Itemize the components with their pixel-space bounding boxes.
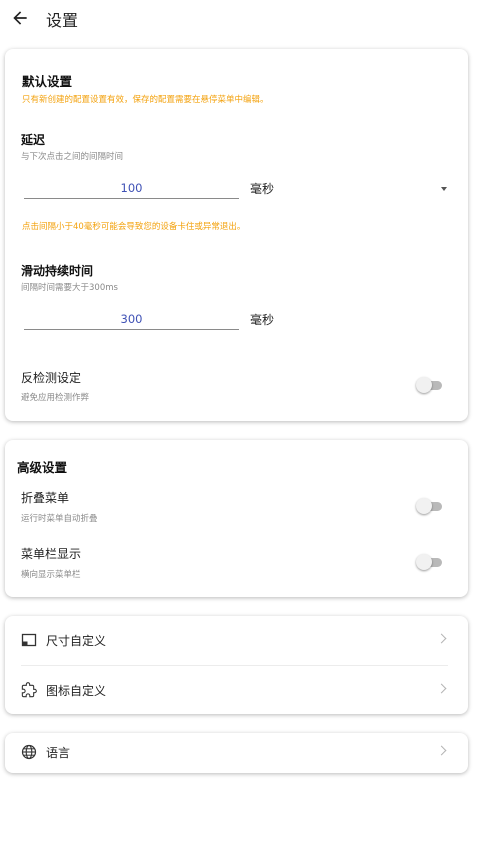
fold-menu-subtitle: 运行时菜单自动折叠 <box>21 514 98 524</box>
chevron-right-icon <box>436 745 447 756</box>
delay-input[interactable]: 100 <box>24 177 239 199</box>
anti-detect-title: 反检测设定 <box>21 371 82 385</box>
puzzle-icon <box>21 682 37 698</box>
fold-menu-title: 折叠菜单 <box>21 491 70 505</box>
icon-customize-row[interactable]: 图标自定义 <box>5 666 468 716</box>
swipe-duration-input[interactable]: 300 <box>24 308 239 330</box>
toggle-thumb <box>416 498 432 514</box>
customize-card: 尺寸自定义 图标自定义 <box>5 616 468 714</box>
delay-unit-select[interactable]: 毫秒 <box>250 180 274 197</box>
size-customize-row[interactable]: 尺寸自定义 <box>5 616 468 666</box>
anti-detect-subtitle: 避免应用检测作弊 <box>21 393 90 403</box>
anti-detect-toggle[interactable] <box>416 377 442 393</box>
menu-bar-toggle[interactable] <box>416 554 442 570</box>
app-bar: 设置 <box>0 0 479 36</box>
default-settings-card: 默认设置 只有新创建的配置设置有效，保存的配置需要在悬停菜单中编辑。 延迟 与下… <box>5 49 468 421</box>
swipe-duration-subtitle: 间隔时间需要大于300ms <box>21 283 118 293</box>
globe-icon <box>21 744 37 760</box>
swipe-duration-unit: 毫秒 <box>250 313 275 327</box>
arrow-back-icon[interactable] <box>10 8 30 28</box>
size-frame-icon <box>21 633 37 647</box>
default-settings-notice: 只有新创建的配置设置有效，保存的配置需要在悬停菜单中编辑。 <box>22 95 269 105</box>
swipe-duration-title: 滑动持续时间 <box>21 264 94 278</box>
size-customize-label: 尺寸自定义 <box>46 634 107 648</box>
chevron-right-icon <box>436 683 447 694</box>
delay-subtitle: 与下次点击之间的间隔时间 <box>21 152 124 162</box>
advanced-settings-title: 高级设置 <box>17 460 68 475</box>
menu-bar-subtitle: 横向显示菜单栏 <box>21 570 81 580</box>
menu-bar-title: 菜单栏显示 <box>21 547 82 561</box>
fold-menu-toggle[interactable] <box>416 498 442 514</box>
page-title: 设置 <box>46 11 79 30</box>
icon-customize-label: 图标自定义 <box>46 684 107 698</box>
delay-title: 延迟 <box>21 133 46 147</box>
toggle-thumb <box>416 554 432 570</box>
language-label: 语言 <box>46 746 71 760</box>
toggle-thumb <box>416 377 432 393</box>
chevron-down-icon[interactable] <box>441 187 447 191</box>
default-settings-title: 默认设置 <box>22 74 73 89</box>
language-row[interactable]: 语言 <box>5 728 468 778</box>
advanced-settings-card: 高级设置 折叠菜单 运行时菜单自动折叠 菜单栏显示 横向显示菜单栏 <box>5 440 468 597</box>
delay-warning: 点击间隔小于40毫秒可能会导致您的设备卡住或异常退出。 <box>22 222 246 232</box>
chevron-right-icon <box>436 633 447 644</box>
language-card: 语言 <box>5 733 468 773</box>
